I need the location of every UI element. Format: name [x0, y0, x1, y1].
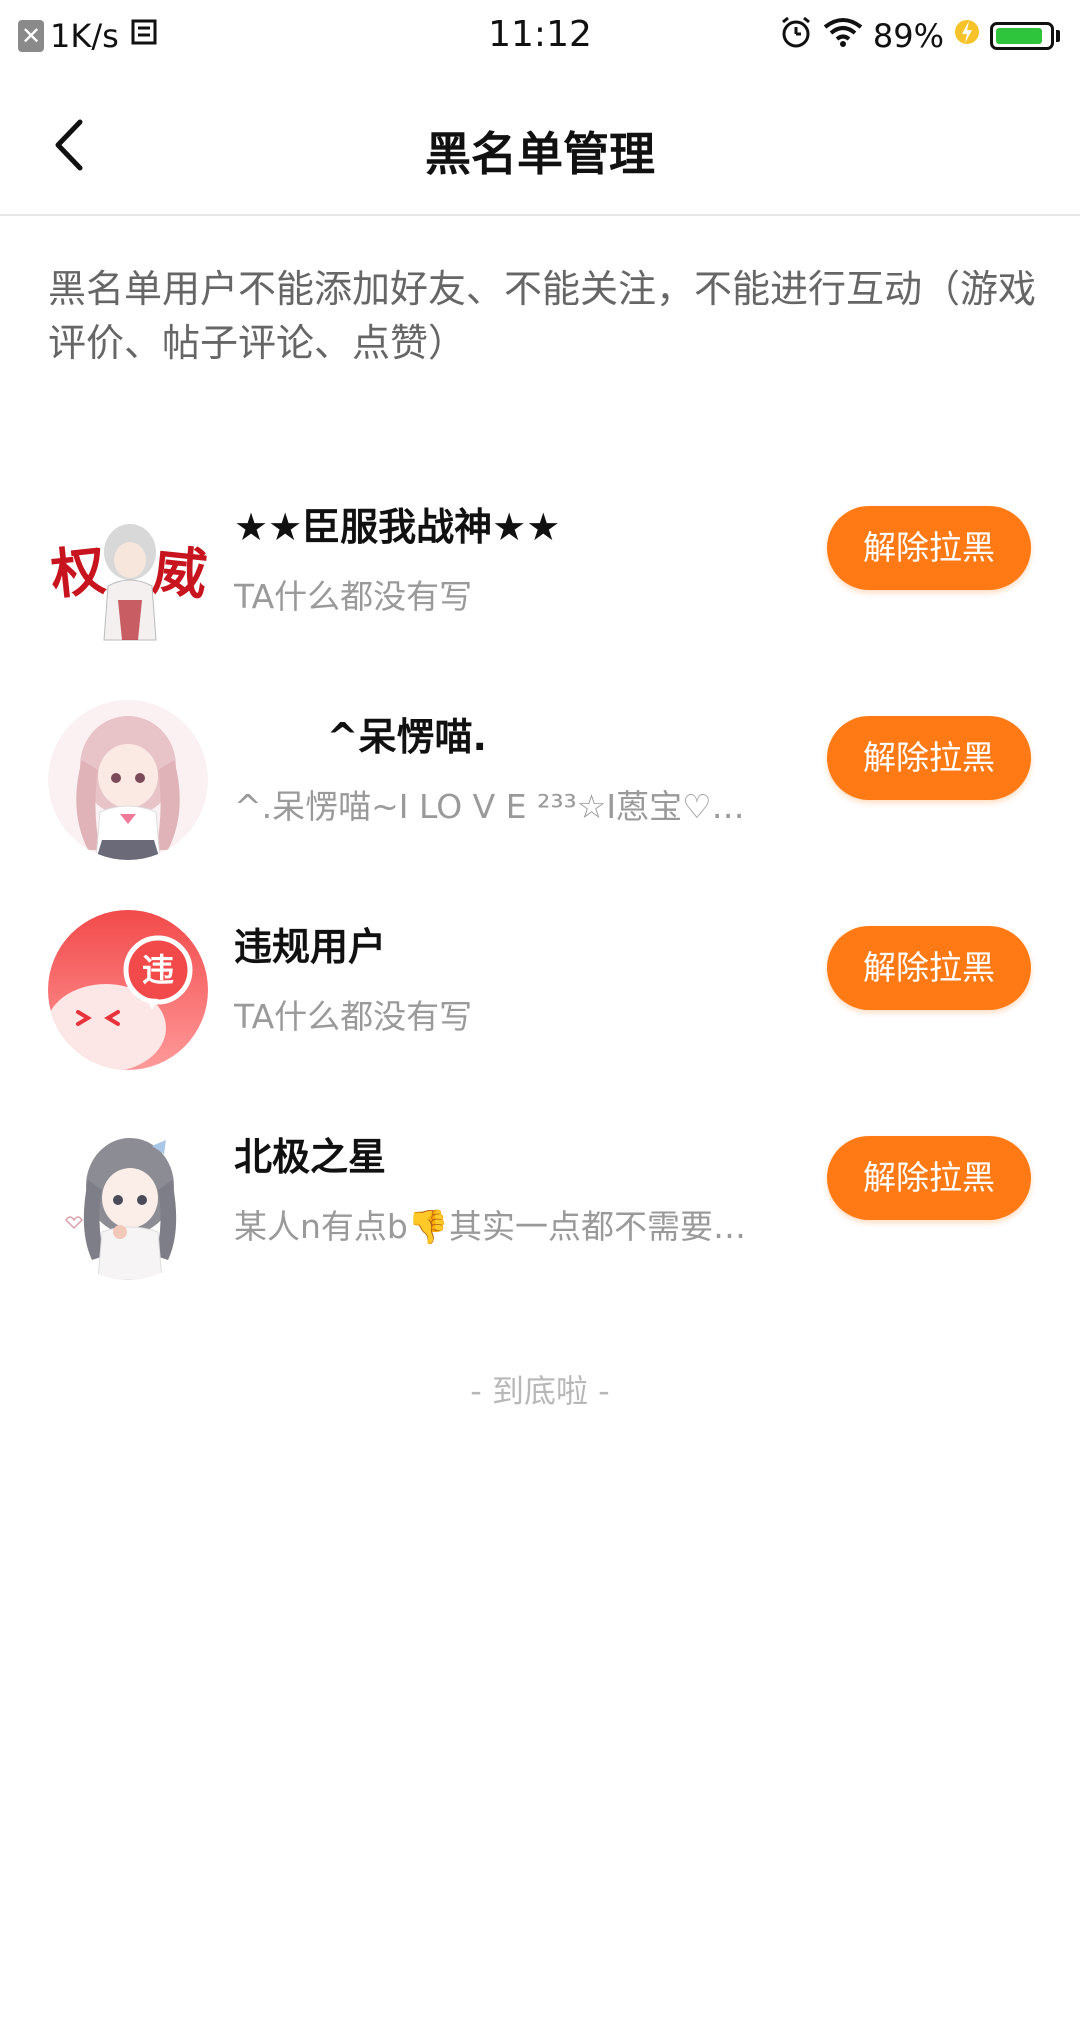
user-bio: 某人n有点b👎其实一点都不需要… — [234, 1207, 746, 1246]
page-title: 黑名单管理 — [425, 127, 655, 181]
status-bar: ✕ 1K/s 11:12 89% — [0, 0, 1080, 74]
end-of-list-text: - 到底啦 - — [470, 1372, 610, 1410]
battery-icon — [990, 22, 1054, 50]
charging-icon — [954, 16, 980, 56]
avatar[interactable]: 违 — [48, 910, 208, 1070]
avatar[interactable]: 权 威 — [48, 490, 208, 650]
user-name: 北极之星 — [234, 1135, 387, 1179]
violation-badge: 违 — [141, 951, 174, 989]
unblock-button[interactable]: 解除拉黑 — [827, 506, 1031, 590]
user-bio: ^.呆愣喵~I LO V E ²³³☆I蒽宝♡… — [234, 787, 745, 826]
user-name: ^呆愣喵. — [234, 715, 487, 759]
user-bio: TA什么都没有写 — [234, 577, 473, 616]
unblock-button[interactable]: 解除拉黑 — [827, 716, 1031, 800]
list-item: 违 违规用户 TA什么都没有写 解除拉黑 — [0, 886, 1080, 1096]
list-item: 权 威 ★★臣服我战神★★ TA什么都没有写 解除拉黑 — [0, 466, 1080, 676]
user-name: 违规用户 — [234, 925, 387, 969]
svg-text:威: 威 — [150, 538, 208, 607]
battery-percent: 89% — [872, 17, 944, 55]
status-right: 89% — [769, 16, 1060, 56]
battery-level — [996, 28, 1042, 44]
user-bio: TA什么都没有写 — [234, 997, 473, 1036]
battery-tip — [1056, 30, 1060, 42]
user-name: ★★臣服我战神★★ — [234, 505, 561, 549]
avatar[interactable] — [48, 700, 208, 860]
avatar[interactable] — [48, 1120, 208, 1280]
nav-bar: 黑名单管理 — [0, 74, 1080, 216]
blocked-user-list: 权 威 ★★臣服我战神★★ TA什么都没有写 解除拉黑 ^呆愣喵. ^.呆愣喵~… — [0, 466, 1080, 1306]
list-item: ^呆愣喵. ^.呆愣喵~I LO V E ²³³☆I蒽宝♡… 解除拉黑 — [0, 676, 1080, 886]
alarm-icon — [779, 15, 813, 57]
blacklist-notice: 黑名单用户不能添加好友、不能关注，不能进行互动（游戏评价、帖子评论、点赞） — [48, 267, 1037, 365]
violation-avatar — [48, 910, 208, 1070]
anime-avatar-gray-girl — [48, 1120, 208, 1280]
list-item: 北极之星 某人n有点b👎其实一点都不需要… 解除拉黑 — [0, 1096, 1080, 1306]
wifi-icon — [823, 17, 863, 55]
anime-avatar-red-calligraphy: 权 威 — [48, 490, 208, 650]
svg-text:权: 权 — [48, 537, 108, 606]
unblock-button[interactable]: 解除拉黑 — [827, 926, 1031, 1010]
anime-avatar-pink-girl — [48, 700, 208, 860]
unblock-button[interactable]: 解除拉黑 — [827, 1136, 1031, 1220]
